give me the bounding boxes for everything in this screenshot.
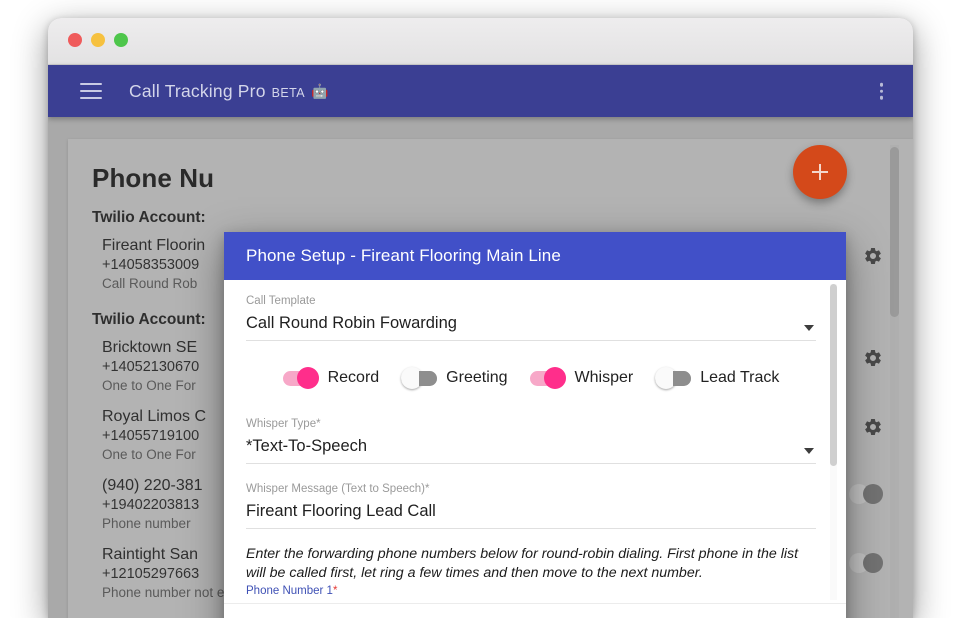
phone-number-1-input[interactable]: +14053134621 <box>246 601 816 603</box>
gear-icon[interactable] <box>863 246 883 266</box>
enable-toggle[interactable] <box>849 483 883 504</box>
gear-icon[interactable] <box>863 348 883 368</box>
window-titlebar <box>48 18 913 65</box>
screenshot-stage: Call Tracking Pro BETA 🤖 Phone Nu Twilio… <box>0 0 960 618</box>
dialog-footer: CANCEL SAVE <box>224 603 846 618</box>
whisper-type-label-text: Whisper Type <box>246 418 317 430</box>
whisper-message-field[interactable]: Whisper Message (Text to Speech)* Firean… <box>246 464 816 529</box>
close-window-button[interactable] <box>68 33 82 47</box>
phone-number-1-label: Phone Number 1* <box>246 584 816 598</box>
whisper-type-field[interactable]: Whisper Type* *Text-To-Speech <box>246 413 816 464</box>
phone-number-1-label-text: Phone Number 1 <box>246 585 333 597</box>
toggle-greeting[interactable]: Greeting <box>401 367 508 389</box>
whisper-label: Whisper <box>574 369 634 386</box>
whisper-type-label: Whisper Type* <box>246 417 816 431</box>
dialog-header: Phone Setup - Fireant Flooring Main Line <box>224 232 846 280</box>
app-bar: Call Tracking Pro BETA 🤖 <box>48 65 913 117</box>
greeting-label: Greeting <box>446 369 508 386</box>
enable-toggle[interactable] <box>849 552 883 573</box>
record-label: Record <box>327 369 380 386</box>
required-asterisk: * <box>332 585 338 597</box>
phone-number-1-field[interactable]: Phone Number 1* +14053134621 <box>246 584 816 603</box>
toggle-lead-track[interactable]: Lead Track <box>655 367 780 389</box>
page-body: Phone Nu Twilio Account: Fireant Floorin… <box>48 117 913 618</box>
call-template-label: Call Template <box>246 295 316 307</box>
row-actions <box>849 552 883 573</box>
app-title-text: Call Tracking Pro <box>129 80 266 101</box>
row-actions <box>849 483 883 504</box>
toggle-whisper[interactable]: Whisper <box>529 367 634 389</box>
dialog-scrollbar-thumb[interactable] <box>830 284 837 466</box>
whisper-type-value: *Text-To-Speech <box>246 437 368 455</box>
whisper-message-underline <box>246 528 816 529</box>
phone-setup-dialog: Phone Setup - Fireant Flooring Main Line… <box>224 232 846 618</box>
round-robin-help-text: Enter the forwarding phone numbers below… <box>246 546 799 581</box>
robot-icon: 🤖 <box>310 82 329 99</box>
gear-icon[interactable] <box>863 417 883 437</box>
call-template-value: Call Round Robin Fowarding <box>246 314 457 332</box>
minimize-window-button[interactable] <box>91 33 105 47</box>
dialog-title: Phone Setup - Fireant Flooring Main Line <box>246 246 561 265</box>
browser-window: Call Tracking Pro BETA 🤖 Phone Nu Twilio… <box>48 18 913 618</box>
beta-badge: BETA <box>271 85 305 100</box>
add-phone-number-fab[interactable] <box>793 145 847 199</box>
feature-toggles: Record Greeting Whisper Lead Track <box>246 367 816 389</box>
required-asterisk: * <box>424 483 430 495</box>
required-asterisk: * <box>316 418 321 430</box>
account-heading: Twilio Account: <box>92 209 206 226</box>
chevron-down-icon[interactable] <box>804 448 814 454</box>
plus-icon <box>811 163 829 181</box>
maximize-window-button[interactable] <box>114 33 128 47</box>
toggle-record[interactable]: Record <box>282 367 380 389</box>
chevron-down-icon[interactable] <box>804 325 814 331</box>
whisper-message-value: Fireant Flooring Lead Call <box>246 502 436 520</box>
page-title: Phone Nu <box>92 163 215 193</box>
window-controls <box>68 33 128 47</box>
call-template-underline <box>246 340 816 341</box>
dialog-body[interactable]: Call Template Call Round Robin Fowarding… <box>224 280 846 603</box>
page-scrollbar-thumb[interactable] <box>890 147 899 317</box>
call-template-field[interactable]: Call Template Call Round Robin Fowarding <box>246 280 816 341</box>
record-switch[interactable] <box>282 367 319 389</box>
app-title: Call Tracking Pro BETA 🤖 <box>129 81 329 102</box>
greeting-switch[interactable] <box>401 367 438 389</box>
whisper-switch[interactable] <box>529 367 566 389</box>
lead-track-label: Lead Track <box>700 369 780 386</box>
whisper-message-label: Whisper Message (Text to Speech)* <box>246 482 816 496</box>
hamburger-menu-icon[interactable] <box>80 83 102 99</box>
lead-track-switch[interactable] <box>655 367 692 389</box>
kebab-menu-icon[interactable] <box>879 82 883 100</box>
whisper-message-label-text: Whisper Message (Text to Speech) <box>246 483 425 495</box>
